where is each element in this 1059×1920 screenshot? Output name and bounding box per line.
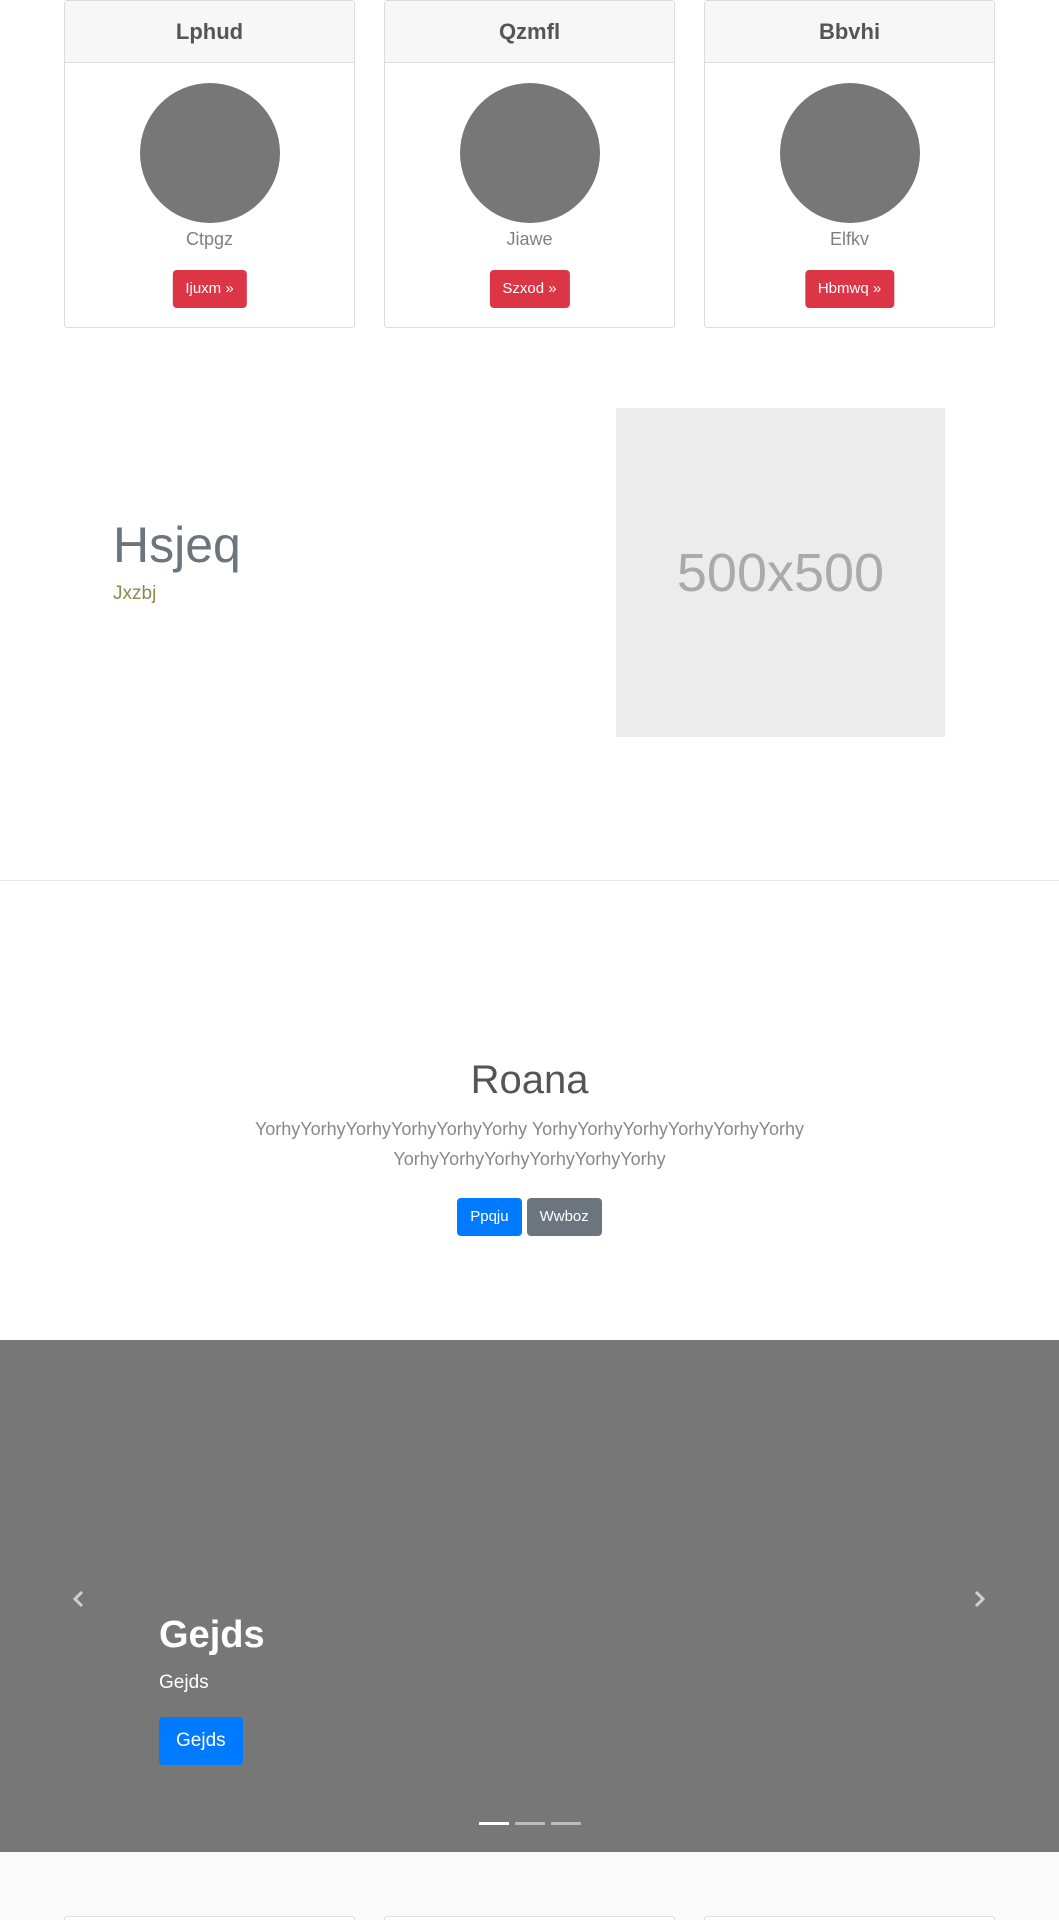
card-button[interactable]: Szxod » xyxy=(489,270,570,308)
card-lphud: Lphud Ctpgz Ijuxm » xyxy=(64,0,355,328)
primary-button[interactable]: Ppqju xyxy=(457,1198,522,1236)
card-title: Lphud xyxy=(65,1,354,63)
image-placeholder: 500x500 xyxy=(616,408,945,737)
card-subtitle: Jiawe xyxy=(506,229,553,249)
card-button[interactable]: Hbmwq » xyxy=(804,270,895,308)
carousel-indicators xyxy=(0,1822,1059,1825)
carousel-caption-button[interactable]: Gejds xyxy=(159,1717,243,1765)
placeholder-label: 500x500 xyxy=(676,542,885,603)
card-button[interactable]: Ijuxm » xyxy=(172,270,247,308)
chevron-left-icon xyxy=(72,1590,84,1608)
avatar xyxy=(139,83,280,223)
bottom-section xyxy=(0,1852,1059,1920)
carousel-caption-title: Gejds xyxy=(159,1614,265,1656)
carousel-caption-text: Gejds xyxy=(159,1672,209,1693)
card-partial xyxy=(64,1916,355,1920)
hero-title: Roana xyxy=(470,1058,589,1102)
carousel-prev-control[interactable] xyxy=(64,1584,94,1614)
carousel-indicator[interactable] xyxy=(514,1822,545,1825)
feature-subtitle: Jxzbj xyxy=(113,583,157,604)
hero-buttons: Ppqju Wwboz xyxy=(0,1198,1059,1236)
card-partial xyxy=(704,1916,995,1920)
card-title: Qzmfl xyxy=(385,1,674,63)
carousel-indicator[interactable] xyxy=(550,1822,581,1825)
carousel-indicator[interactable] xyxy=(478,1822,509,1825)
card-body: Jiawe Szxod » xyxy=(385,63,674,328)
card-subtitle: Ctpgz xyxy=(185,229,234,249)
card-body: Elfkv Hbmwq » xyxy=(705,63,994,328)
card-qzmfl: Qzmfl Jiawe Szxod » xyxy=(384,0,675,328)
card-subtitle: Elfkv xyxy=(829,229,869,249)
chevron-right-icon xyxy=(974,1590,986,1608)
carousel-next-control[interactable] xyxy=(964,1584,994,1614)
cards-row: Lphud Ctpgz Ijuxm » Qzmfl Jiawe Szxod » … xyxy=(64,0,996,328)
hero-text: YorhyYorhyYorhyYorhyYorhyYorhy YorhyYorh… xyxy=(254,1119,805,1169)
section-divider xyxy=(0,880,1059,881)
avatar xyxy=(779,83,920,223)
carousel: Gejds Gejds Gejds xyxy=(0,1340,1059,1852)
card-body: Ctpgz Ijuxm » xyxy=(65,63,354,328)
feature-title: Hsjeq xyxy=(113,517,241,573)
avatar xyxy=(459,83,600,223)
card-bbvhi: Bbvhi Elfkv Hbmwq » xyxy=(704,0,995,328)
card-partial xyxy=(384,1916,675,1920)
secondary-button[interactable]: Wwboz xyxy=(526,1198,602,1236)
card-title: Bbvhi xyxy=(705,1,994,63)
